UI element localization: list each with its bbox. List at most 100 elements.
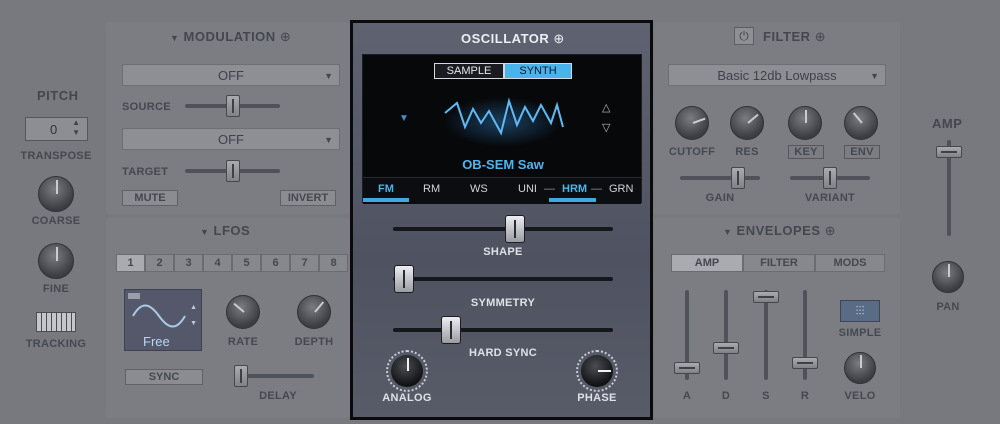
tab-rm-label: RM [423,183,441,195]
gain-slider-thumb[interactable] [731,167,745,189]
tab-fm[interactable]: FM [363,178,409,204]
hard-sync-slider-track[interactable] [393,328,613,332]
analog-knob[interactable] [391,355,423,387]
zoom-icon[interactable]: ⊕ [280,29,291,44]
shape-slider-track[interactable] [393,227,613,231]
chevron-up-icon[interactable]: ▲ [190,304,197,311]
wave-display: SAMPLE SYNTH ▼ △ ▽ OB-SEM Saw FM RM WS U… [362,54,642,204]
waveform-name[interactable]: OB-SEM Saw [403,157,603,172]
key-knob[interactable] [788,106,822,140]
env-label[interactable]: ENV [844,145,880,159]
rate-knob[interactable] [226,295,260,329]
phase-knob[interactable] [581,355,613,387]
tab-fm-underline [363,198,409,202]
attack-slider-thumb[interactable] [674,362,700,374]
sustain-slider-track[interactable] [764,290,768,380]
zoom-icon[interactable]: ⊕ [815,29,826,44]
tab-filter[interactable]: FILTER [743,254,815,272]
tab-grn[interactable]: GRN [596,178,641,204]
symmetry-slider-track[interactable] [393,277,613,281]
envelopes-title-text: ENVELOPES [736,223,821,238]
velo-knob[interactable] [844,352,876,384]
invert-button[interactable]: INVERT [280,190,336,206]
env-knob[interactable] [844,106,878,140]
symmetry-slider-thumb[interactable] [394,265,414,293]
tab-amp[interactable]: AMP [671,254,743,272]
zoom-icon[interactable]: ⊕ [553,31,564,46]
source-value: OFF [218,67,244,83]
lfo-tab-8[interactable]: 8 [319,254,348,272]
tab-rm[interactable]: RM [409,178,456,204]
lfo-tab-2[interactable]: 2 [145,254,174,272]
tab-uni[interactable]: UNI [502,178,549,204]
pan-label: PAN [936,301,960,313]
delay-slider-thumb[interactable] [234,365,248,387]
key-label[interactable]: KEY [788,145,824,159]
target-label: TARGET [122,166,169,178]
sample-mode-button[interactable]: SAMPLE [434,63,504,79]
tab-hrm-label: HRM [562,183,588,195]
res-label: RES [735,146,759,158]
res-knob[interactable] [730,106,764,140]
shape-label: SHAPE [483,246,523,258]
tracking-label: TRACKING [25,338,87,350]
sync-button[interactable]: SYNC [125,369,203,385]
hard-sync-label: HARD SYNC [468,347,538,359]
zoom-icon[interactable]: ⊕ [825,223,836,238]
simple-mode-icon[interactable]: ⫶⫶⫶ [840,300,880,322]
target-slider-thumb[interactable] [226,160,240,182]
synth-mode-button[interactable]: SYNTH [504,63,572,79]
hard-sync-slider-thumb[interactable] [441,316,461,344]
pitch-title: PITCH [37,88,79,103]
chevron-down-icon: ▼ [870,71,879,81]
lfo-tab-4[interactable]: 4 [203,254,232,272]
chevron-up-icon[interactable]: ▲ [72,118,80,127]
source-dropdown[interactable]: OFF ▼ [122,64,340,86]
amp-title: AMP [932,116,963,131]
decay-slider-track[interactable] [724,290,728,380]
cutoff-knob[interactable] [675,106,709,140]
coarse-knob[interactable] [38,176,74,212]
lfo-tab-7[interactable]: 7 [290,254,319,272]
power-button[interactable]: ⏻ [734,27,754,45]
transpose-stepper[interactable]: 0 ▲ ▼ [25,117,88,141]
filter-type-dropdown[interactable]: Basic 12db Lowpass ▼ [668,64,886,86]
lfo-shape-display[interactable]: Free ▲ ▼ [124,289,202,351]
tab-mods[interactable]: MODS [815,254,885,272]
shape-slider-thumb[interactable] [505,215,525,243]
mute-button[interactable]: MUTE [122,190,178,206]
lfo-tab-6[interactable]: 6 [261,254,290,272]
keyboard-icon[interactable] [36,312,76,332]
tab-ws[interactable]: WS [456,178,502,204]
depth-knob[interactable] [297,295,331,329]
chevron-down-icon[interactable]: ▼ [190,320,197,327]
lfo-tab-1[interactable]: 1 [116,254,145,272]
lfos-title: ▼ LFOS [200,223,250,238]
gain-slider-track[interactable] [680,176,760,180]
mod-tab-bar: FM RM WS UNI HRM GRN — — [363,177,641,204]
lfo-tab-3[interactable]: 3 [174,254,203,272]
fine-label: FINE [42,283,70,295]
target-value: OFF [218,131,244,147]
amp-slider-thumb[interactable] [936,146,962,158]
target-dropdown[interactable]: OFF ▼ [122,128,340,150]
transpose-value: 0 [50,122,58,137]
sine-wave-icon [132,304,186,328]
variant-slider-thumb[interactable] [823,167,837,189]
decay-slider-thumb[interactable] [713,342,739,354]
wave-up-icon[interactable]: △ [602,101,610,114]
prev-wave-icon[interactable]: ▼ [399,113,409,124]
release-slider-thumb[interactable] [792,357,818,369]
source-slider-thumb[interactable] [226,95,240,117]
fine-knob[interactable] [38,243,74,279]
tab-hrm[interactable]: HRM [549,178,596,204]
pan-knob[interactable] [932,261,964,293]
velo-label: VELO [844,390,876,402]
modulation-title: ▼ MODULATION ⊕ [170,29,291,45]
cutoff-label: CUTOFF [668,146,716,158]
wave-down-icon[interactable]: ▽ [602,121,610,134]
sustain-slider-thumb[interactable] [753,291,779,303]
lfo-tab-5[interactable]: 5 [232,254,261,272]
synth-ui: PITCH 0 ▲ ▼ TRANSPOSE COARSE FINE TRACKI… [0,0,1000,424]
chevron-down-icon[interactable]: ▼ [72,128,80,137]
